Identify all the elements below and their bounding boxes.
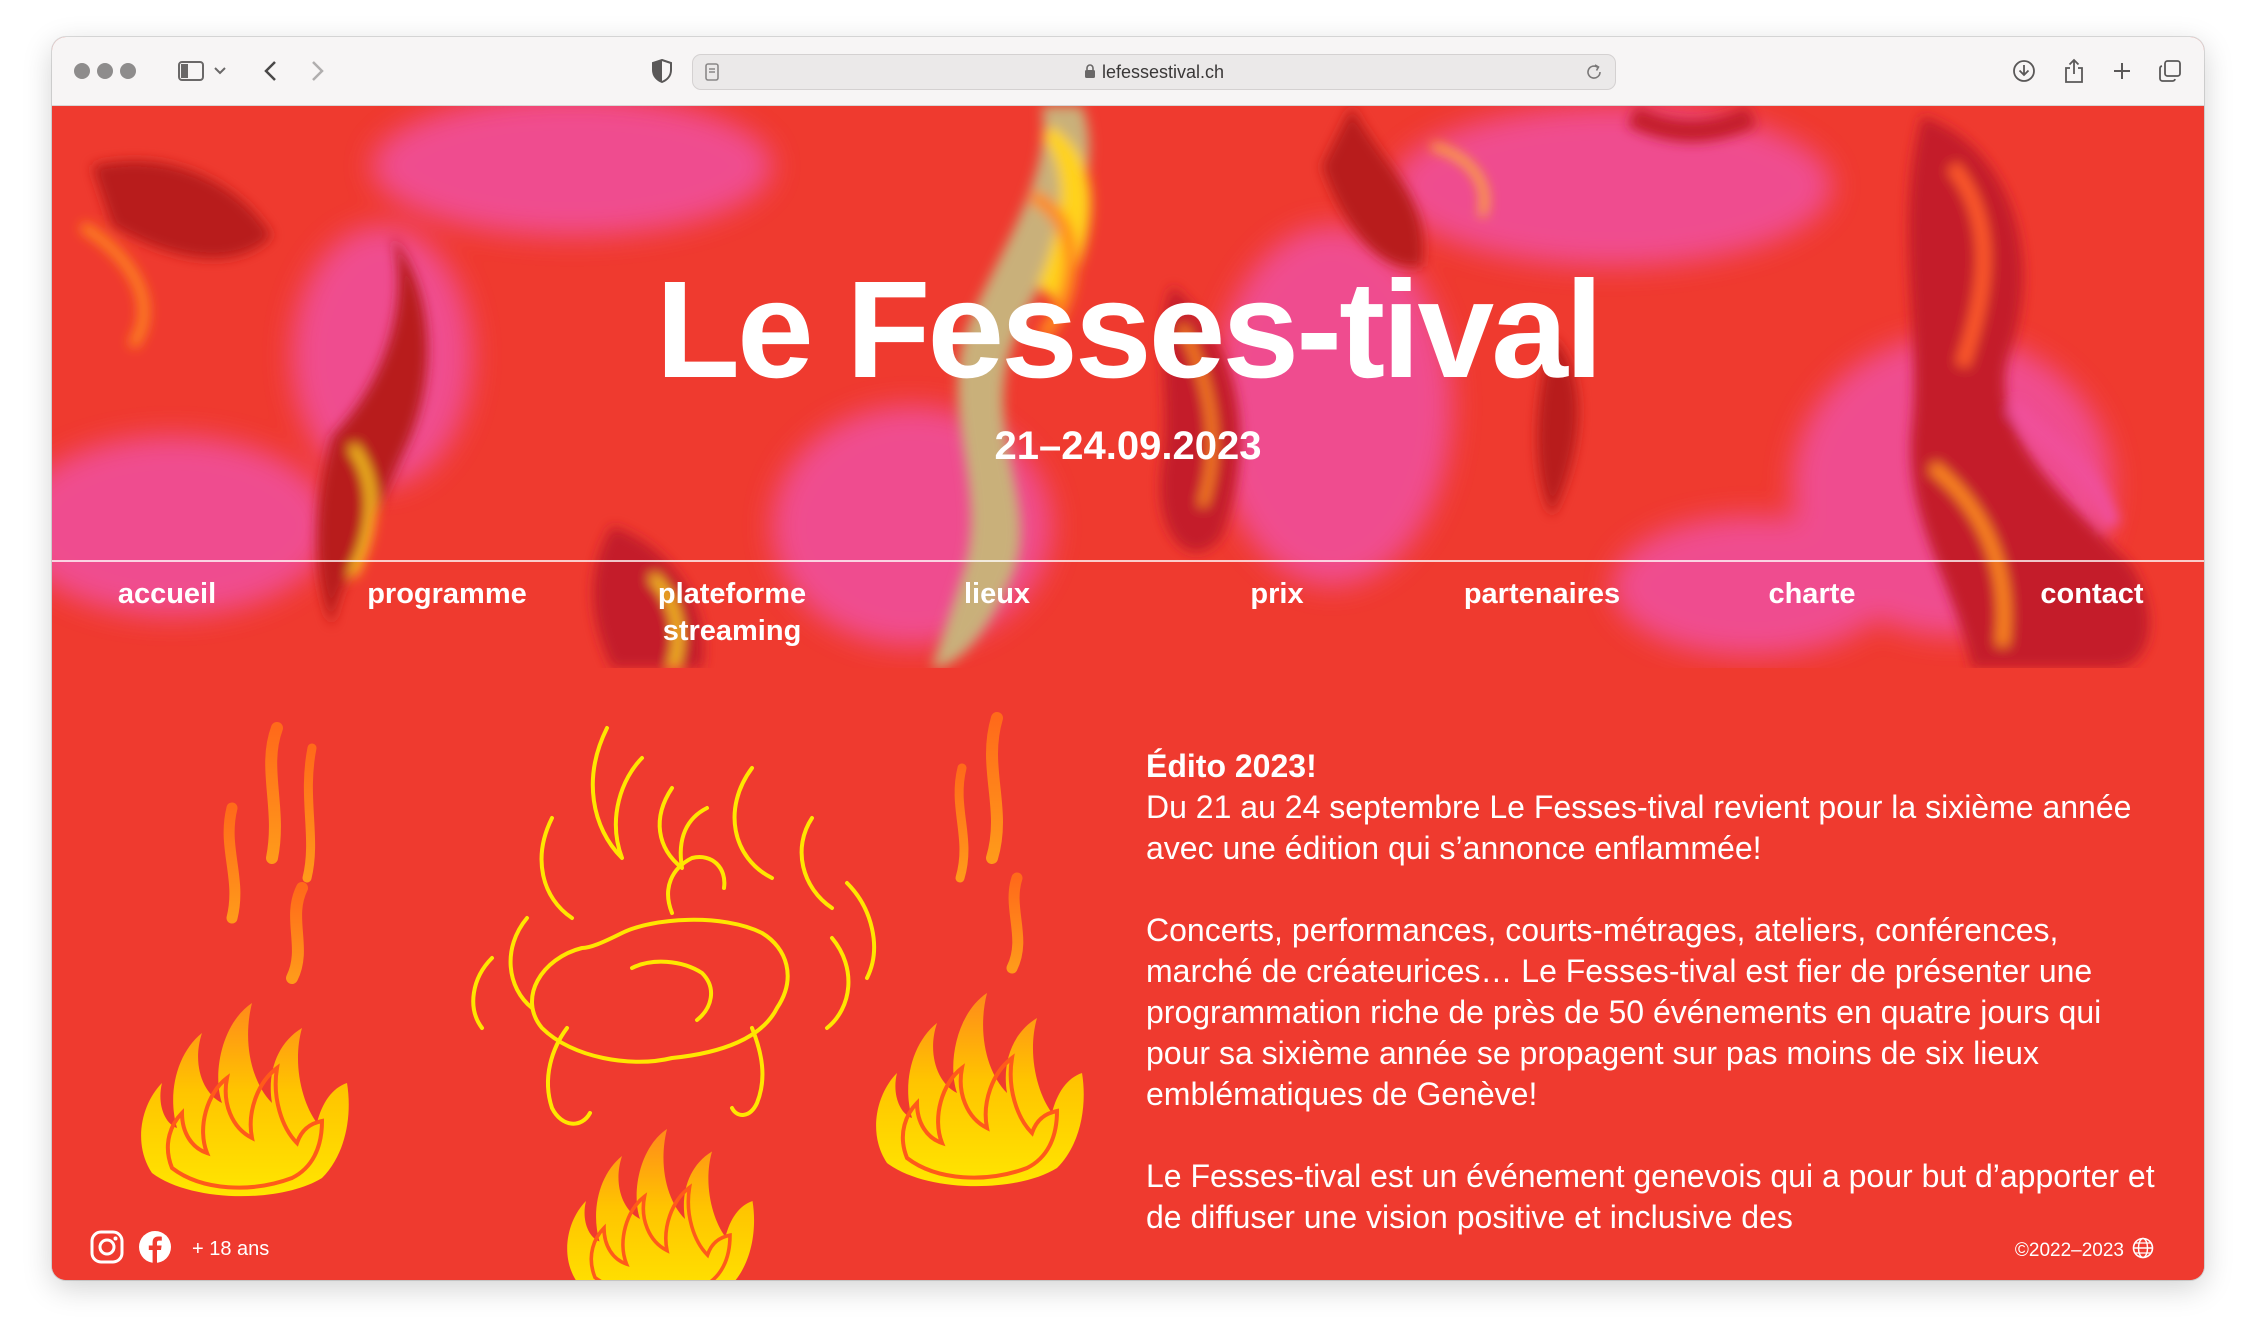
nav-item-partenaires[interactable]: partenaires <box>1447 576 1637 613</box>
flames-illustration <box>139 712 1086 1280</box>
age-notice: + 18 ans <box>192 1238 270 1260</box>
nav-item-accueil[interactable]: accueil <box>107 576 227 613</box>
browser-toolbar: lefessestival.ch <box>52 37 2204 106</box>
edito-paragraph-3: Le Fesses-tival est un événement genevoi… <box>1146 1158 2155 1235</box>
facebook-icon[interactable] <box>138 1230 172 1269</box>
nav-item-contact[interactable]: contact <box>2027 576 2157 613</box>
lock-icon <box>1084 56 1096 90</box>
nav-item-plateforme-streaming[interactable]: plateforme streaming <box>632 576 832 650</box>
footer-copyright: ©2022–2023 <box>2015 1237 2154 1265</box>
forward-icon[interactable] <box>306 55 330 87</box>
edito-paragraph-2: Concerts, performances, courts-métrages,… <box>1146 912 2102 1112</box>
nav-item-charte[interactable]: charte <box>1757 576 1867 613</box>
nav-item-plateforme-line2: streaming <box>662 615 802 647</box>
back-icon[interactable] <box>258 55 282 87</box>
nav-item-programme[interactable]: programme <box>352 576 542 613</box>
close-window-button[interactable] <box>74 63 90 79</box>
nav-item-plateforme-line1: plateforme <box>657 578 807 610</box>
new-tab-icon[interactable] <box>2108 55 2136 87</box>
reload-icon[interactable] <box>1585 63 1603 86</box>
url-label: lefessestival.ch <box>1101 62 1225 82</box>
instagram-icon[interactable] <box>90 1230 124 1269</box>
nav-item-lieux[interactable]: lieux <box>952 576 1042 613</box>
hero-banner: Le Fesses-tival 21–24.09.2023 accueil pr… <box>52 106 2204 668</box>
minimize-window-button[interactable] <box>97 63 113 79</box>
site-title: Le Fesses-tival <box>655 253 1604 407</box>
zoom-window-button[interactable] <box>120 63 136 79</box>
download-icon[interactable] <box>2010 55 2038 87</box>
nav-item-prix[interactable]: prix <box>1237 576 1317 613</box>
address-bar[interactable]: lefessestival.ch <box>692 54 1616 90</box>
main-content: Édito 2023! Du 21 au 24 septembre Le Fes… <box>52 668 2204 1280</box>
chevron-down-icon[interactable] <box>212 55 228 87</box>
edito-heading: Édito 2023! <box>1146 748 1317 784</box>
tabs-icon[interactable] <box>2156 55 2184 87</box>
sidebar-icon[interactable] <box>176 55 206 87</box>
nav-divider <box>52 560 2204 562</box>
copyright-text: ©2022–2023 <box>2014 1240 2124 1261</box>
edito-paragraph-1: Du 21 au 24 septembre Le Fesses-tival re… <box>1146 789 2132 866</box>
social-links: + 18 ans <box>90 1230 269 1269</box>
share-icon[interactable] <box>2060 55 2088 87</box>
shield-icon[interactable] <box>650 55 674 87</box>
browser-window: lefessestival.ch Le Fesses-tival 21–24.0… <box>52 37 2204 1280</box>
festival-dates: 21–24.09.2023 <box>994 424 1262 468</box>
url-text: lefessestival.ch <box>693 55 1615 89</box>
edito-section: Édito 2023! Du 21 au 24 septembre Le Fes… <box>1146 746 2156 1279</box>
globe-icon[interactable] <box>2132 1237 2154 1265</box>
